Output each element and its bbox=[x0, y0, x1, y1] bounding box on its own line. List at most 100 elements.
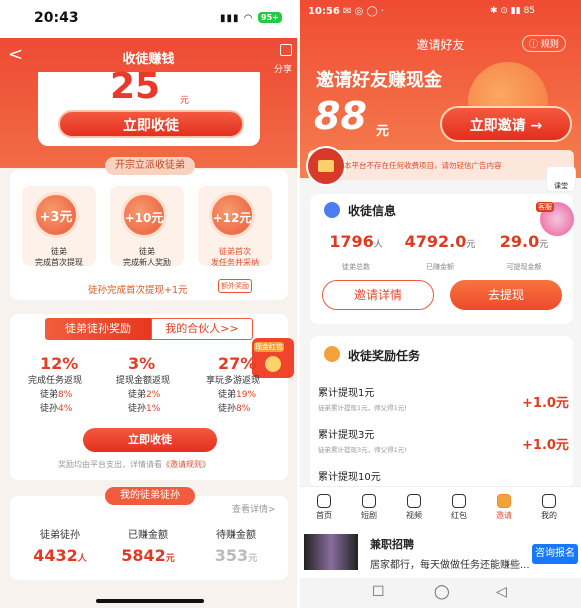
task-subtitle: 徒弟累计提现3元，师父得1元! bbox=[318, 446, 407, 454]
invite-amount-unit: 元 bbox=[376, 124, 390, 139]
task-subtitle: 徒弟累计提现1元，师父得1元! bbox=[318, 404, 407, 412]
red-packet-icon[interactable]: 现金红包 bbox=[252, 338, 294, 378]
tab-1[interactable]: 短剧 bbox=[349, 490, 389, 521]
tab-3[interactable]: 红包 bbox=[439, 490, 479, 521]
tab-icon bbox=[452, 494, 466, 508]
home-indicator[interactable] bbox=[96, 599, 204, 603]
tab-5[interactable]: 我的 bbox=[529, 490, 569, 521]
rules-note: 奖励均由平台支出，详情请看《邀请规则》 bbox=[58, 459, 210, 470]
stat-unit: 人 bbox=[77, 554, 87, 564]
tab-disciple-rewards[interactable]: 徒弟徒孙奖励 bbox=[45, 318, 151, 340]
ad-description[interactable]: 居家都行，每天做做任务还能赚些... bbox=[370, 556, 530, 571]
stat-unit: 元 bbox=[248, 554, 258, 564]
commission-row-value: 4% bbox=[58, 404, 73, 414]
task-title: 累计提现3元 bbox=[318, 430, 375, 441]
recruit-stat-unit: 人 bbox=[373, 240, 383, 250]
withdraw-button[interactable]: 去提现 bbox=[450, 280, 562, 310]
commission-row-value: 19% bbox=[236, 390, 257, 400]
commission-row-label: 徒弟 bbox=[128, 390, 147, 400]
recruit-stat-number: 4792.0 bbox=[404, 232, 467, 251]
stat-unit: 元 bbox=[165, 554, 175, 564]
commission-row-value: 8% bbox=[58, 390, 73, 400]
reward-amount-circle: +12元 bbox=[209, 192, 255, 238]
view-details-link[interactable]: 查看详情> bbox=[232, 502, 276, 515]
status-time: 20:43 bbox=[34, 10, 79, 26]
recruit-stat-number: 1796 bbox=[329, 232, 374, 251]
task-title: 累计提现1元 bbox=[318, 388, 375, 399]
extra-reward-tag: 额外奖励 bbox=[218, 279, 252, 293]
commission-row-value: 2% bbox=[146, 390, 161, 400]
commission-row: 徒弟2% bbox=[128, 388, 160, 402]
tab-icon bbox=[497, 494, 511, 508]
tab-0[interactable]: 首页 bbox=[304, 490, 344, 521]
tab-label: 我的 bbox=[541, 511, 557, 520]
recruit-info-title: 收徒信息 bbox=[348, 204, 397, 218]
invite-details-button[interactable]: 邀请详情 bbox=[322, 280, 434, 310]
recruit-stat-number: 29.0 bbox=[499, 232, 540, 251]
reward-amount-circle: +3元 bbox=[33, 192, 79, 238]
reward-tile-line1: 徒弟首次 bbox=[219, 247, 251, 256]
tab-4[interactable]: 邀请 bbox=[484, 490, 524, 521]
tab-icon bbox=[317, 494, 331, 508]
coin-icon bbox=[265, 356, 281, 372]
ad-cta-button[interactable]: 咨询报名 bbox=[532, 544, 578, 564]
commission-percent: 3% bbox=[128, 354, 156, 373]
stat-label: 徒弟徒孙 bbox=[40, 530, 80, 541]
rules-link[interactable]: 《邀请规则》 bbox=[162, 460, 210, 469]
commission-row: 徒弟19% bbox=[218, 388, 256, 402]
rules-note-text: 奖励均由平台支出，详情请看 bbox=[58, 460, 162, 469]
recruit-stat-label: 可提现金额 bbox=[506, 263, 542, 271]
recruit-stat-value: 1796人 bbox=[314, 232, 398, 251]
commission-percent: 27% bbox=[218, 354, 257, 373]
grand-disciple-note: 徒孙完成首次提现+1元 bbox=[88, 285, 188, 296]
rules-button[interactable]: ⓘ 规则 bbox=[522, 35, 566, 52]
red-envelope-icon[interactable] bbox=[306, 146, 346, 186]
home-icon[interactable]: ◯ bbox=[434, 584, 450, 600]
recruit-stat-value: 29.0元 bbox=[482, 232, 566, 251]
tab-2[interactable]: 视频 bbox=[394, 490, 434, 521]
envelope-flap bbox=[318, 160, 334, 172]
screenshot-root: 20:43 ▮▮▮ ◠ 95+ < 收徒赚钱 分享 25 元 立即收徒 开宗立派… bbox=[0, 0, 581, 608]
recruit-stat-unit: 元 bbox=[539, 240, 549, 250]
tab-label: 视频 bbox=[406, 511, 422, 520]
classroom-badge[interactable]: 课堂 bbox=[546, 166, 576, 192]
signal-wifi-icon: ▮▮▮ ◠ bbox=[220, 13, 254, 24]
back-icon[interactable]: ◁ bbox=[496, 584, 507, 600]
recruit-stat-label: 已赚金额 bbox=[426, 263, 454, 271]
share-icon[interactable] bbox=[280, 44, 292, 56]
stat-label: 已赚金额 bbox=[128, 530, 168, 541]
share-label[interactable]: 分享 bbox=[274, 62, 292, 75]
stat-number: 4432 bbox=[33, 546, 78, 565]
commission-row: 徒孙1% bbox=[128, 402, 160, 416]
commission-row: 徒孙8% bbox=[218, 402, 250, 416]
commission-row-value: 1% bbox=[146, 404, 161, 414]
invite-headline: 邀请好友赚现金 bbox=[316, 70, 442, 91]
invite-amount: 88 bbox=[314, 94, 367, 138]
commission-desc: 享玩多游返现 bbox=[206, 376, 261, 386]
my-disciples-pill: 我的徒弟徒孙 bbox=[105, 487, 195, 505]
recruit-now-button[interactable]: 立即收徒 bbox=[58, 110, 244, 138]
tab-icon bbox=[542, 494, 556, 508]
customer-service-icon[interactable]: 客服 bbox=[536, 202, 574, 236]
status-icons: ✉ ◎ ◯ · bbox=[343, 6, 385, 17]
task-reward: +1.0元 bbox=[522, 438, 569, 453]
commission-row-label: 徒孙 bbox=[40, 404, 59, 414]
stat-value: 4432人 bbox=[20, 546, 100, 565]
recent-apps-icon[interactable]: ☐ bbox=[372, 584, 385, 600]
reward-tile-line2: 完成新人奖励 bbox=[123, 258, 171, 267]
recruit-now-button-2[interactable]: 立即收徒 bbox=[83, 428, 217, 452]
commission-desc: 完成任务返现 bbox=[28, 376, 83, 386]
tab-my-partners[interactable]: 我的合伙人>> bbox=[151, 318, 253, 340]
commission-row: 徒孙4% bbox=[40, 402, 72, 416]
commission-row-label: 徒孙 bbox=[128, 404, 147, 414]
tab-icon bbox=[362, 494, 376, 508]
ad-image[interactable] bbox=[304, 534, 358, 570]
commission-row-label: 徒孙 bbox=[218, 404, 237, 414]
invite-now-button[interactable]: 立即邀请 → bbox=[440, 106, 572, 142]
ad-title[interactable]: 兼职招聘 bbox=[370, 536, 414, 552]
commission-percent: 12% bbox=[40, 354, 79, 373]
customer-service-label: 客服 bbox=[536, 202, 554, 212]
left-phone-screen: 20:43 ▮▮▮ ◠ 95+ < 收徒赚钱 分享 25 元 立即收徒 开宗立派… bbox=[0, 0, 297, 608]
reward-unit: 元 bbox=[180, 96, 190, 106]
reward-tile-line2: 完成首次提现 bbox=[35, 258, 83, 267]
